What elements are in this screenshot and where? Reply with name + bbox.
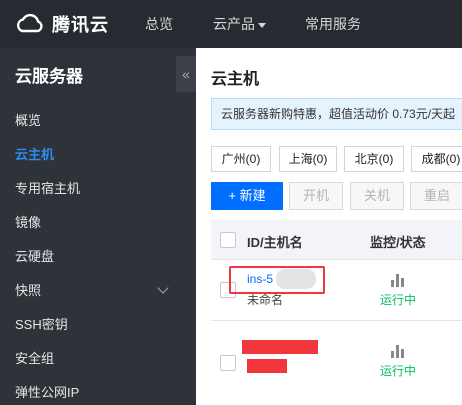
column-id-hostname: ID/主机名 bbox=[247, 235, 303, 250]
monitor-chart-icon[interactable] bbox=[390, 344, 406, 358]
sidebar-item-ssh-key[interactable]: SSH密钥 bbox=[15, 314, 68, 333]
sidebar-item-dedicated-host[interactable]: 专用宿主机 bbox=[15, 178, 80, 197]
row-divider bbox=[211, 320, 462, 321]
new-instance-button[interactable]: + 新建 bbox=[211, 182, 283, 210]
highlight-box bbox=[229, 266, 325, 294]
sidebar-item-eip[interactable]: 弹性公网IP bbox=[15, 382, 79, 401]
start-button[interactable]: 开机 bbox=[289, 182, 343, 210]
stop-button[interactable]: 关机 bbox=[350, 182, 404, 210]
status-running: 运行中 bbox=[380, 364, 417, 378]
cloud-icon bbox=[16, 13, 43, 33]
sidebar-item-cvm[interactable]: 云主机 bbox=[15, 144, 54, 163]
nav-overview[interactable]: 总览 bbox=[145, 0, 173, 48]
chevron-down-icon[interactable] bbox=[157, 282, 169, 294]
sidebar-item-cloud-disk[interactable]: 云硬盘 bbox=[15, 246, 54, 265]
row-2-checkbox[interactable] bbox=[220, 355, 236, 371]
sidebar-item-image[interactable]: 镜像 bbox=[15, 212, 41, 231]
table-header: ID/主机名 监控/状态 bbox=[211, 220, 462, 260]
redacted-id-block bbox=[242, 340, 318, 354]
region-chengdu[interactable]: 成都(0) bbox=[411, 146, 462, 172]
monitor-chart-icon[interactable] bbox=[390, 273, 406, 287]
nav-common-services[interactable]: 常用服务 bbox=[305, 0, 361, 48]
sidebar: 云服务器 « 概览 云主机 专用宿主机 镜像 云硬盘 快照 SSH密钥 安全组 … bbox=[0, 48, 196, 405]
nav-products[interactable]: 云产品 bbox=[213, 0, 266, 48]
redacted-name-block bbox=[247, 359, 287, 373]
brand-logo[interactable]: 腾讯云 bbox=[14, 10, 114, 38]
sidebar-item-snapshot[interactable]: 快照 bbox=[15, 280, 41, 299]
nav-products-label: 云产品 bbox=[213, 16, 255, 32]
sidebar-title: 云服务器 bbox=[15, 67, 83, 86]
collapse-sidebar-button[interactable]: « bbox=[176, 56, 196, 92]
top-navbar: 腾讯云 总览 云产品 常用服务 bbox=[0, 0, 462, 48]
sidebar-item-overview[interactable]: 概览 bbox=[15, 110, 41, 129]
select-all-checkbox[interactable] bbox=[220, 232, 236, 248]
region-guangzhou[interactable]: 广州(0) bbox=[211, 146, 271, 172]
page-title: 云主机 bbox=[211, 71, 260, 88]
restart-button[interactable]: 重启 bbox=[410, 182, 462, 210]
region-beijing[interactable]: 北京(0) bbox=[344, 146, 404, 172]
main-content: 云主机 云服务器新购特惠，超值活动价 0.73元/天起 广州(0) 上海(0) … bbox=[196, 48, 462, 405]
brand-name: 腾讯云 bbox=[52, 15, 109, 35]
status-running: 运行中 bbox=[380, 293, 417, 307]
region-shanghai[interactable]: 上海(0) bbox=[279, 146, 337, 172]
promo-banner[interactable]: 云服务器新购特惠，超值活动价 0.73元/天起 bbox=[211, 98, 462, 130]
instance-name: 未命名 bbox=[247, 293, 284, 307]
sidebar-item-security-group[interactable]: 安全组 bbox=[15, 348, 54, 367]
column-monitor-status: 监控/状态 bbox=[370, 235, 426, 250]
caret-down-icon bbox=[258, 22, 266, 28]
